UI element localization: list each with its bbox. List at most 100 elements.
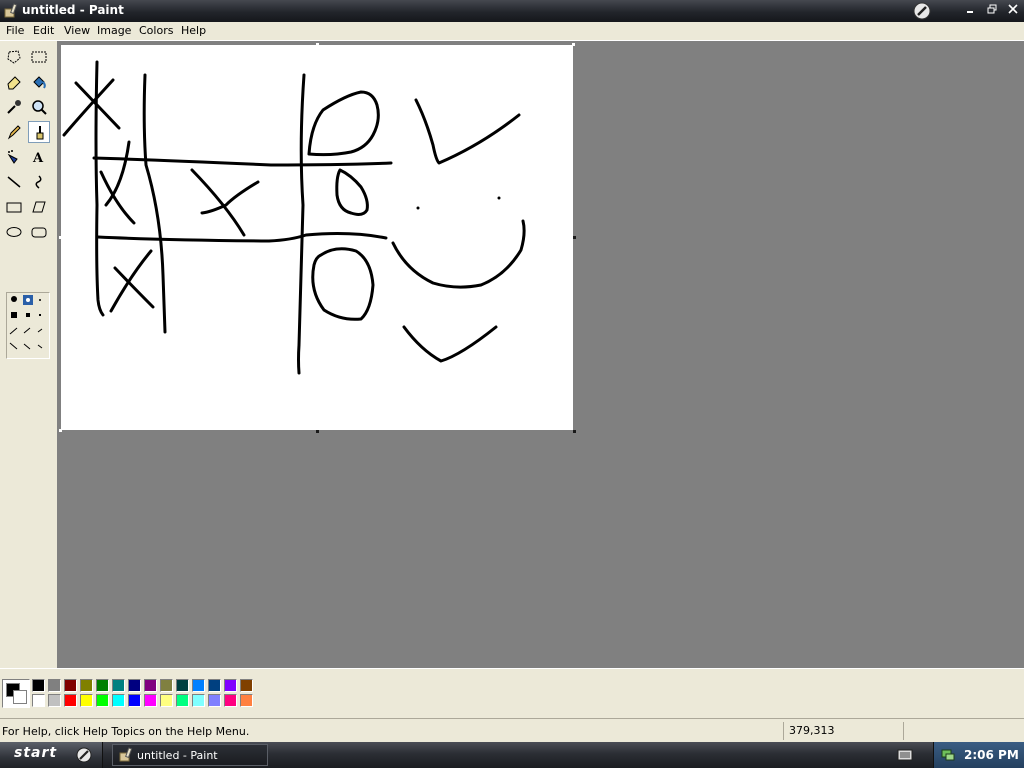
network-icon[interactable] xyxy=(940,747,956,763)
resize-handle-top xyxy=(316,43,319,46)
color-swatch[interactable] xyxy=(192,679,205,692)
resize-handle-bottom-left xyxy=(59,429,62,432)
toolbox: A xyxy=(0,41,58,668)
color-swatch[interactable] xyxy=(144,679,157,692)
menu-view[interactable]: View xyxy=(62,23,92,39)
windows-logo-icon[interactable] xyxy=(913,2,931,20)
close-button[interactable] xyxy=(1002,3,1023,19)
menu-edit[interactable]: Edit xyxy=(31,23,56,39)
fill-bucket-icon xyxy=(33,76,46,89)
ellipse-tool[interactable] xyxy=(3,221,25,243)
close-icon xyxy=(1007,4,1018,14)
color-swatch[interactable] xyxy=(32,694,45,707)
brush-options-box xyxy=(6,292,50,359)
color-swatch[interactable] xyxy=(32,679,45,692)
restore-icon xyxy=(987,4,996,14)
line-tool[interactable] xyxy=(3,171,25,193)
rectangle-select-tool[interactable] xyxy=(28,46,50,68)
color-swatch[interactable] xyxy=(128,694,141,707)
minimize-icon xyxy=(966,11,973,13)
airbrush-tool[interactable] xyxy=(3,146,25,168)
menu-image[interactable]: Image xyxy=(95,23,133,39)
status-coordinates: 379,313 xyxy=(783,722,901,740)
color-swatch[interactable] xyxy=(48,694,61,707)
color-swatch[interactable] xyxy=(176,694,189,707)
svg-text:A: A xyxy=(32,151,44,165)
brush-shape-options[interactable] xyxy=(7,293,49,358)
text-tool[interactable]: A xyxy=(28,146,50,168)
curve-tool[interactable] xyxy=(28,171,50,193)
brush-tool[interactable] xyxy=(28,121,50,143)
status-size-cell xyxy=(903,722,1022,740)
color-swatch[interactable] xyxy=(208,694,221,707)
current-colors xyxy=(2,679,30,708)
paint-app-icon[interactable] xyxy=(3,3,19,19)
color-swatch[interactable] xyxy=(224,694,237,707)
color-swatch[interactable] xyxy=(224,679,237,692)
drawing-canvas[interactable] xyxy=(61,45,573,430)
taskbar: start untitled - Paint 2:06 PM xyxy=(0,742,1024,768)
color-swatch[interactable] xyxy=(240,694,253,707)
color-swatch[interactable] xyxy=(144,694,157,707)
color-swatch[interactable] xyxy=(96,679,109,692)
eyedropper-icon xyxy=(7,100,21,114)
pencil-tool[interactable] xyxy=(3,121,25,143)
rectangle-icon xyxy=(6,202,22,213)
line-icon xyxy=(7,176,21,188)
color-swatch[interactable] xyxy=(64,694,77,707)
ellipse-icon xyxy=(6,227,22,237)
color-swatch[interactable] xyxy=(160,694,173,707)
rounded-rectangle-tool[interactable] xyxy=(28,221,50,243)
restore-button[interactable] xyxy=(981,3,1002,19)
text-icon: A xyxy=(32,151,44,165)
fill-tool[interactable] xyxy=(28,71,50,93)
free-select-icon xyxy=(7,50,21,64)
color-swatch[interactable] xyxy=(176,679,189,692)
magnifier-tool[interactable] xyxy=(28,96,50,118)
window-title: untitled - Paint xyxy=(22,3,124,17)
polygon-tool[interactable] xyxy=(28,196,50,218)
pencil-icon xyxy=(7,125,21,140)
minimize-button[interactable] xyxy=(960,3,981,19)
color-swatch[interactable] xyxy=(112,679,125,692)
start-button[interactable]: start xyxy=(0,742,103,768)
resize-handle-top-right xyxy=(572,43,575,46)
resize-handle-left xyxy=(59,236,62,239)
color-swatch[interactable] xyxy=(96,694,109,707)
keyboard-icon[interactable] xyxy=(897,748,913,762)
eraser-icon xyxy=(7,76,21,90)
taskbar-item-paint[interactable]: untitled - Paint xyxy=(112,744,268,766)
rounded-rectangle-icon xyxy=(31,227,47,238)
curve-icon xyxy=(35,175,42,189)
color-swatch[interactable] xyxy=(240,679,253,692)
color-swatch[interactable] xyxy=(208,679,221,692)
resize-handle-bottom[interactable] xyxy=(316,430,319,433)
menu-help[interactable]: Help xyxy=(179,23,208,39)
brush-icon xyxy=(36,126,44,140)
color-swatch[interactable] xyxy=(64,679,77,692)
menu-colors[interactable]: Colors xyxy=(137,23,175,39)
color-swatch[interactable] xyxy=(80,679,93,692)
color-swatch[interactable] xyxy=(48,679,61,692)
color-swatch[interactable] xyxy=(128,679,141,692)
color-swatch[interactable] xyxy=(160,679,173,692)
resize-handle-right[interactable] xyxy=(573,236,576,239)
resize-handle-bottom-right[interactable] xyxy=(573,430,576,433)
pick-color-tool[interactable] xyxy=(3,96,25,118)
color-swatch[interactable] xyxy=(192,694,205,707)
drawing-strokes xyxy=(62,60,526,375)
rectangle-select-icon xyxy=(31,51,47,63)
eraser-tool[interactable] xyxy=(3,71,25,93)
color-swatch[interactable] xyxy=(112,694,125,707)
color-swatch[interactable] xyxy=(80,694,93,707)
free-select-tool[interactable] xyxy=(3,46,25,68)
background-color xyxy=(13,690,27,704)
airbrush-icon xyxy=(7,150,18,164)
polygon-icon xyxy=(32,201,46,213)
menu-file[interactable]: File xyxy=(4,23,26,39)
clock[interactable]: 2:06 PM xyxy=(964,748,1019,762)
status-bar: For Help, click Help Topics on the Help … xyxy=(0,718,1024,743)
paint-task-icon xyxy=(119,747,133,762)
status-help-text: For Help, click Help Topics on the Help … xyxy=(2,725,250,738)
rectangle-tool[interactable] xyxy=(3,196,25,218)
